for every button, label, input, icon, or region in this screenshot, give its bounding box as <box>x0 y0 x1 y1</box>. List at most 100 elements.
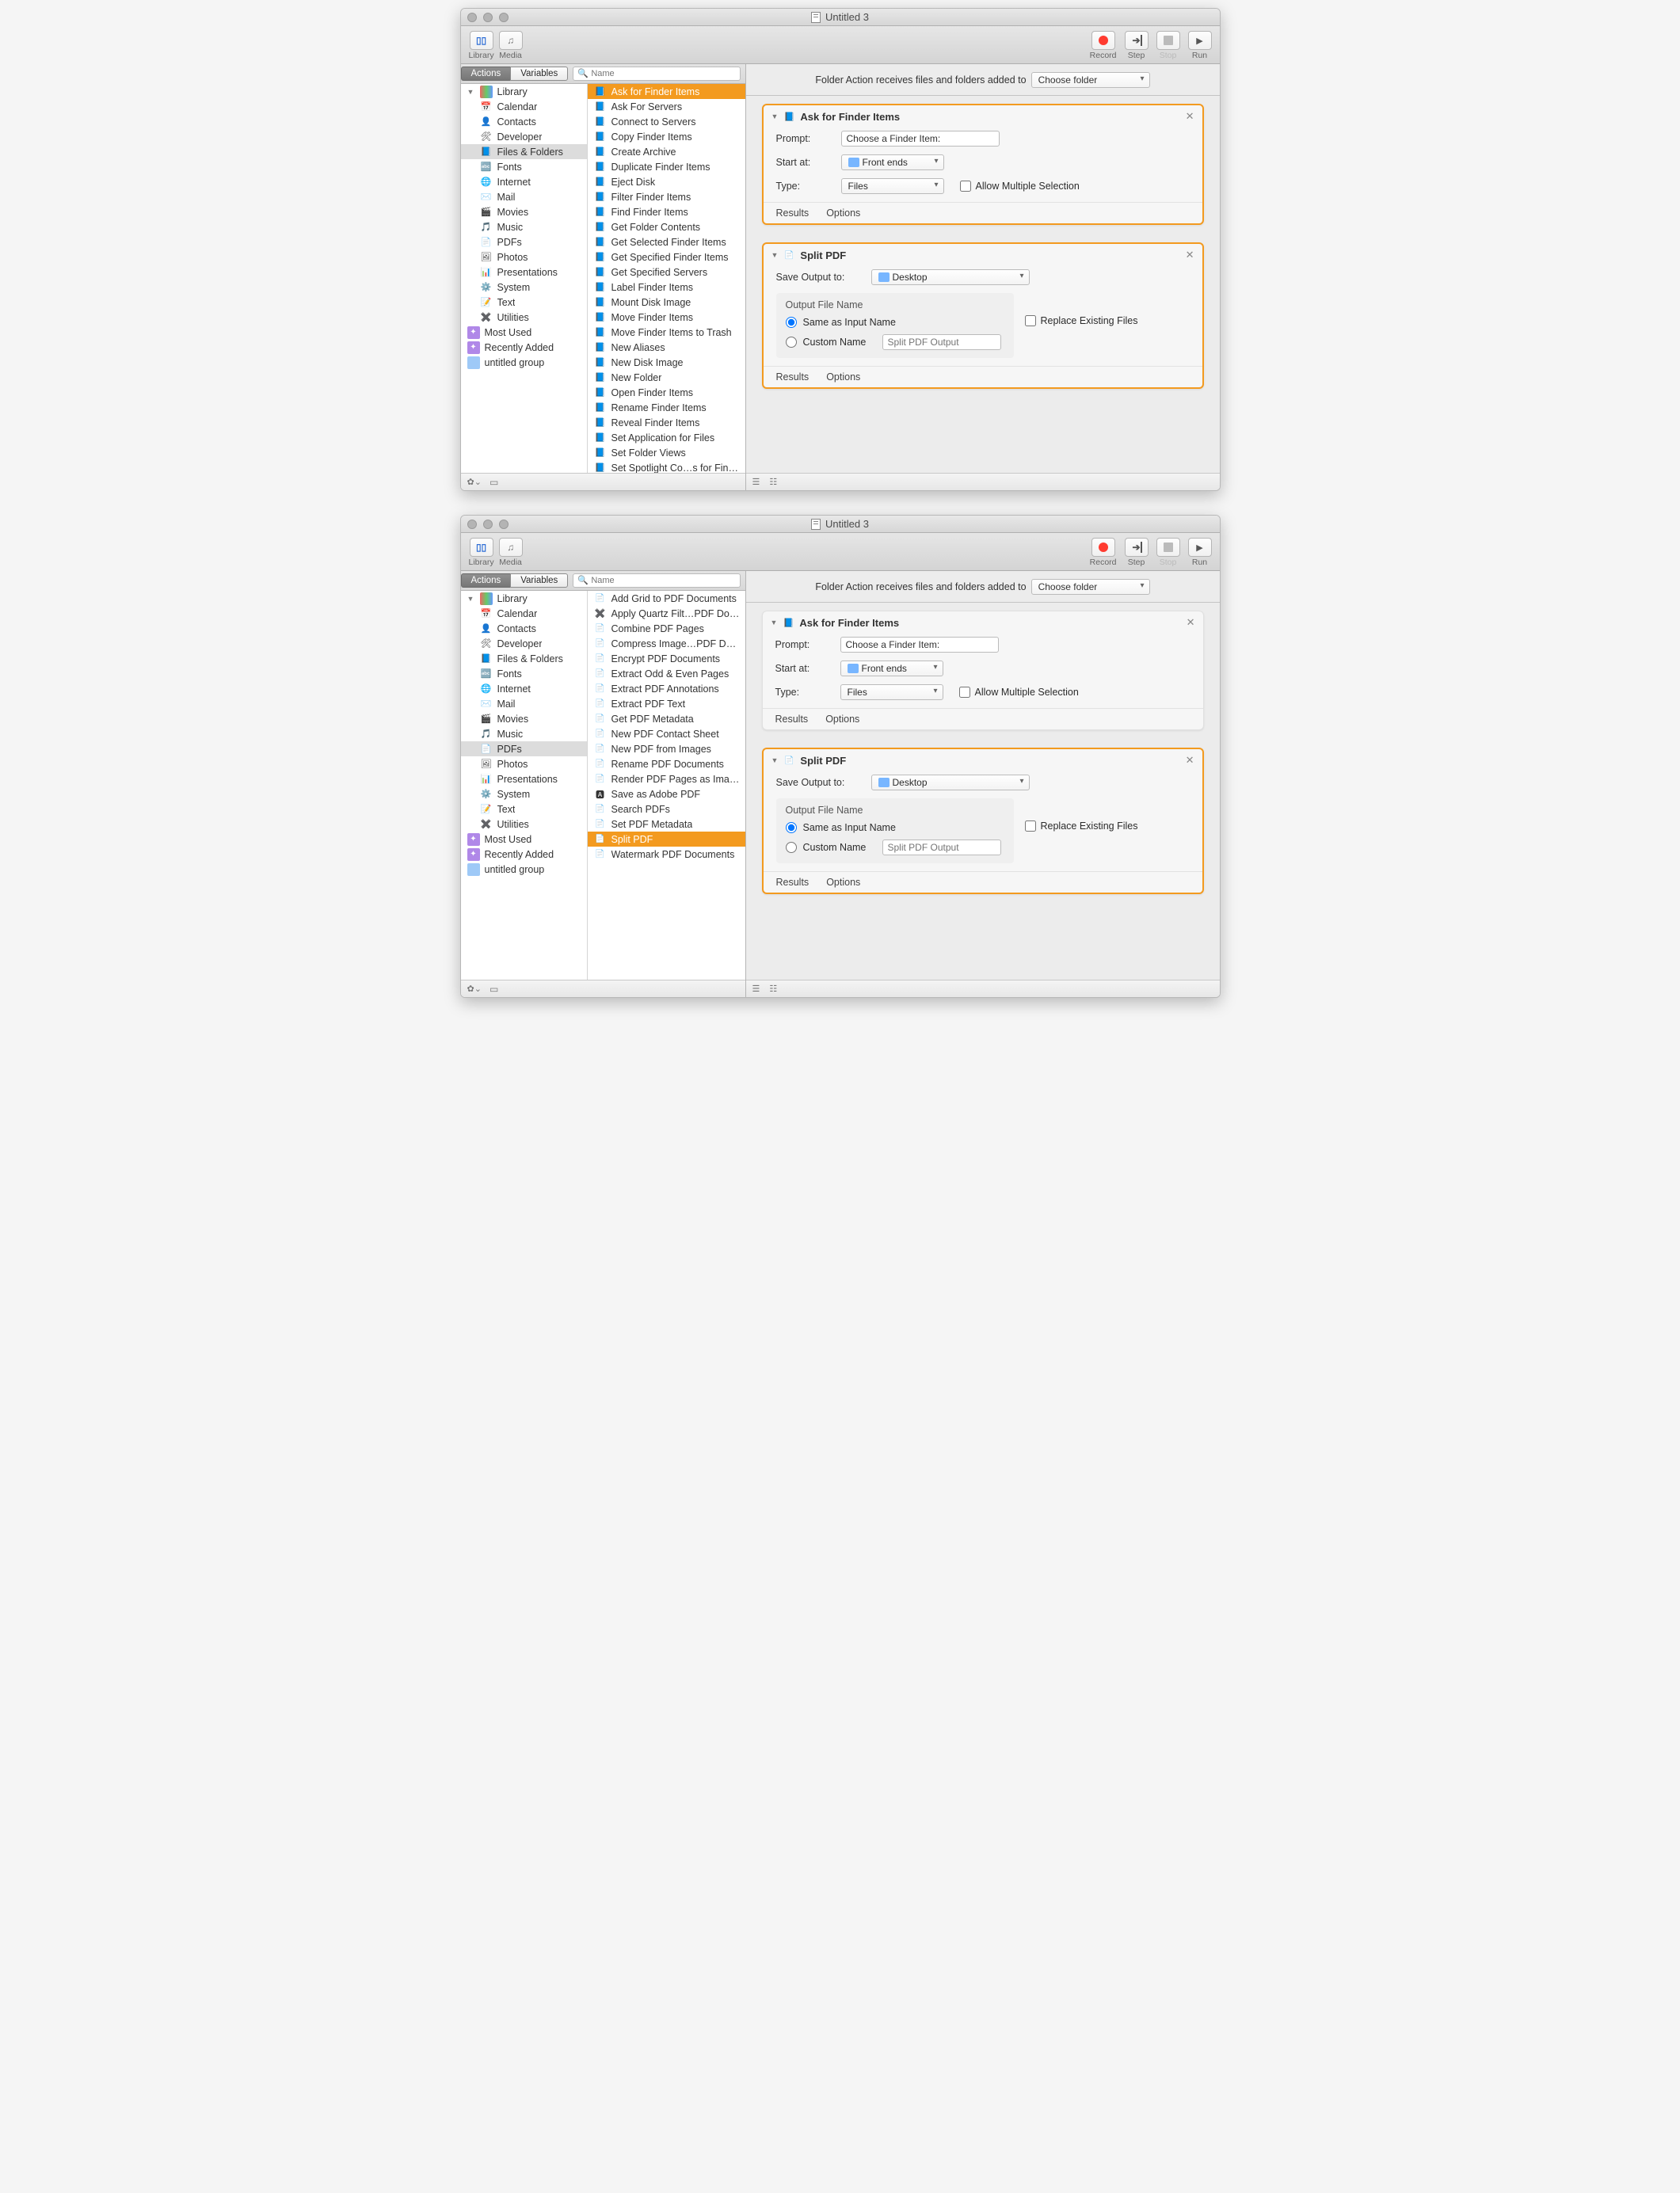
action-row[interactable]: Split PDF <box>588 832 745 847</box>
save-select[interactable]: Desktop <box>871 269 1030 285</box>
action-row[interactable]: Connect to Servers <box>588 114 745 129</box>
record-button[interactable] <box>1091 538 1115 557</box>
choose-folder-select[interactable]: Choose folder <box>1031 72 1150 88</box>
search-input[interactable] <box>573 573 740 588</box>
close-icon[interactable]: ✕ <box>1186 754 1194 767</box>
custom-name-radio[interactable]: Custom Name <box>786 840 1004 855</box>
action-row[interactable]: New PDF from Images <box>588 741 745 756</box>
action-row[interactable]: Get Specified Servers <box>588 265 745 280</box>
category-row[interactable]: ▼Library <box>461 591 587 606</box>
close-icon[interactable]: ✕ <box>1186 110 1194 123</box>
same-name-input[interactable] <box>786 317 797 328</box>
category-row[interactable]: Recently Added <box>461 340 587 355</box>
action-card-split-pdf[interactable]: ▼Split PDF✕Save Output to:DesktopOutput … <box>762 242 1204 389</box>
action-list[interactable]: Ask for Finder ItemsAsk For ServersConne… <box>588 84 745 473</box>
action-row[interactable]: Set Spotlight Co…s for Finder Items <box>588 460 745 473</box>
disclosure-icon[interactable]: ▼ <box>467 595 475 603</box>
log-icon[interactable]: ☰ <box>752 477 760 487</box>
action-row[interactable]: Find Finder Items <box>588 204 745 219</box>
action-row[interactable]: Search PDFs <box>588 801 745 817</box>
allow-multi-checkbox[interactable]: Allow Multiple Selection <box>960 181 1080 192</box>
category-row[interactable]: Contacts <box>461 621 587 636</box>
disclosure-icon[interactable]: ▼ <box>771 251 779 259</box>
category-row[interactable]: Files & Folders <box>461 144 587 159</box>
action-row[interactable]: Encrypt PDF Documents <box>588 651 745 666</box>
tab-actions[interactable]: Actions <box>461 573 511 588</box>
category-row[interactable]: Photos <box>461 756 587 771</box>
action-row[interactable]: New Aliases <box>588 340 745 355</box>
disclosure-icon[interactable]: ▼ <box>771 756 779 764</box>
category-row[interactable]: Fonts <box>461 159 587 174</box>
min-button[interactable] <box>483 13 493 22</box>
category-row[interactable]: Text <box>461 295 587 310</box>
action-row[interactable]: Set PDF Metadata <box>588 817 745 832</box>
action-row[interactable]: Rename Finder Items <box>588 400 745 415</box>
category-row[interactable]: Music <box>461 726 587 741</box>
custom-name-input[interactable] <box>786 842 797 853</box>
allow-multi-checkbox[interactable]: Allow Multiple Selection <box>959 687 1079 698</box>
results-tab[interactable]: Results <box>775 714 809 725</box>
allow-multi-input[interactable] <box>960 181 971 192</box>
action-row[interactable]: Set Folder Views <box>588 445 745 460</box>
options-tab[interactable]: Options <box>826 207 860 219</box>
category-row[interactable]: Movies <box>461 711 587 726</box>
category-list[interactable]: ▼LibraryCalendarContactsDeveloperFiles &… <box>461 591 588 980</box>
disclosure-icon[interactable]: ▼ <box>467 88 475 96</box>
action-row[interactable]: Extract Odd & Even Pages <box>588 666 745 681</box>
action-row[interactable]: Watermark PDF Documents <box>588 847 745 862</box>
prompt-input[interactable] <box>841 131 1000 147</box>
action-row[interactable]: Extract PDF Text <box>588 696 745 711</box>
action-row[interactable]: Create Archive <box>588 144 745 159</box>
same-name-radio[interactable]: Same as Input Name <box>786 317 1004 328</box>
custom-name-field[interactable] <box>882 840 1001 855</box>
action-row[interactable]: Get Selected Finder Items <box>588 234 745 249</box>
action-list[interactable]: Add Grid to PDF DocumentsApply Quartz Fi… <box>588 591 745 980</box>
close-icon[interactable]: ✕ <box>1187 616 1195 629</box>
vars-icon[interactable]: ☷ <box>769 477 777 487</box>
category-row[interactable]: Calendar <box>461 99 587 114</box>
custom-name-input[interactable] <box>786 337 797 348</box>
options-tab[interactable]: Options <box>825 714 859 725</box>
category-row[interactable]: Fonts <box>461 666 587 681</box>
action-row[interactable]: Duplicate Finder Items <box>588 159 745 174</box>
category-list[interactable]: ▼LibraryCalendarContactsDeveloperFiles &… <box>461 84 588 473</box>
results-tab[interactable]: Results <box>776 371 810 383</box>
category-row[interactable]: Files & Folders <box>461 651 587 666</box>
replace-input[interactable] <box>1025 315 1036 326</box>
action-row[interactable]: 🅰Save as Adobe PDF <box>588 786 745 801</box>
custom-name-radio[interactable]: Custom Name <box>786 334 1004 350</box>
search-input[interactable] <box>573 67 740 81</box>
category-row[interactable]: Developer <box>461 636 587 651</box>
choose-folder-select[interactable]: Choose folder <box>1031 579 1150 595</box>
library-button[interactable]: ▯▯ <box>470 31 493 50</box>
min-button[interactable] <box>483 520 493 529</box>
action-row[interactable]: Copy Finder Items <box>588 129 745 144</box>
category-row[interactable]: untitled group <box>461 862 587 877</box>
disclosure-icon[interactable]: ▼ <box>771 112 779 120</box>
action-row[interactable]: Get PDF Metadata <box>588 711 745 726</box>
category-row[interactable]: PDFs <box>461 741 587 756</box>
close-icon[interactable]: ✕ <box>1186 249 1194 261</box>
category-row[interactable]: Utilities <box>461 817 587 832</box>
panel-toggle-icon[interactable]: ▭ <box>490 984 498 995</box>
tab-variables[interactable]: Variables <box>510 67 568 81</box>
category-row[interactable]: PDFs <box>461 234 587 249</box>
category-row[interactable]: Mail <box>461 189 587 204</box>
start-select[interactable]: Front ends <box>841 154 944 170</box>
category-row[interactable]: Developer <box>461 129 587 144</box>
custom-name-field[interactable] <box>882 334 1001 350</box>
category-row[interactable]: untitled group <box>461 355 587 370</box>
action-row[interactable]: Reveal Finder Items <box>588 415 745 430</box>
category-row[interactable]: Utilities <box>461 310 587 325</box>
workflow-canvas[interactable]: ▼Ask for Finder Items✕Prompt:Start at:Fr… <box>746 603 1220 980</box>
action-row[interactable]: Apply Quartz Filt…PDF Documents <box>588 606 745 621</box>
category-row[interactable]: Music <box>461 219 587 234</box>
action-row[interactable]: Label Finder Items <box>588 280 745 295</box>
category-row[interactable]: Presentations <box>461 265 587 280</box>
workflow-canvas[interactable]: ▼Ask for Finder Items✕Prompt:Start at:Fr… <box>746 96 1220 473</box>
options-tab[interactable]: Options <box>826 371 860 383</box>
category-row[interactable]: Photos <box>461 249 587 265</box>
save-select[interactable]: Desktop <box>871 775 1030 790</box>
category-row[interactable]: Internet <box>461 681 587 696</box>
action-card-ask-finder[interactable]: ▼Ask for Finder Items✕Prompt:Start at:Fr… <box>762 611 1204 730</box>
